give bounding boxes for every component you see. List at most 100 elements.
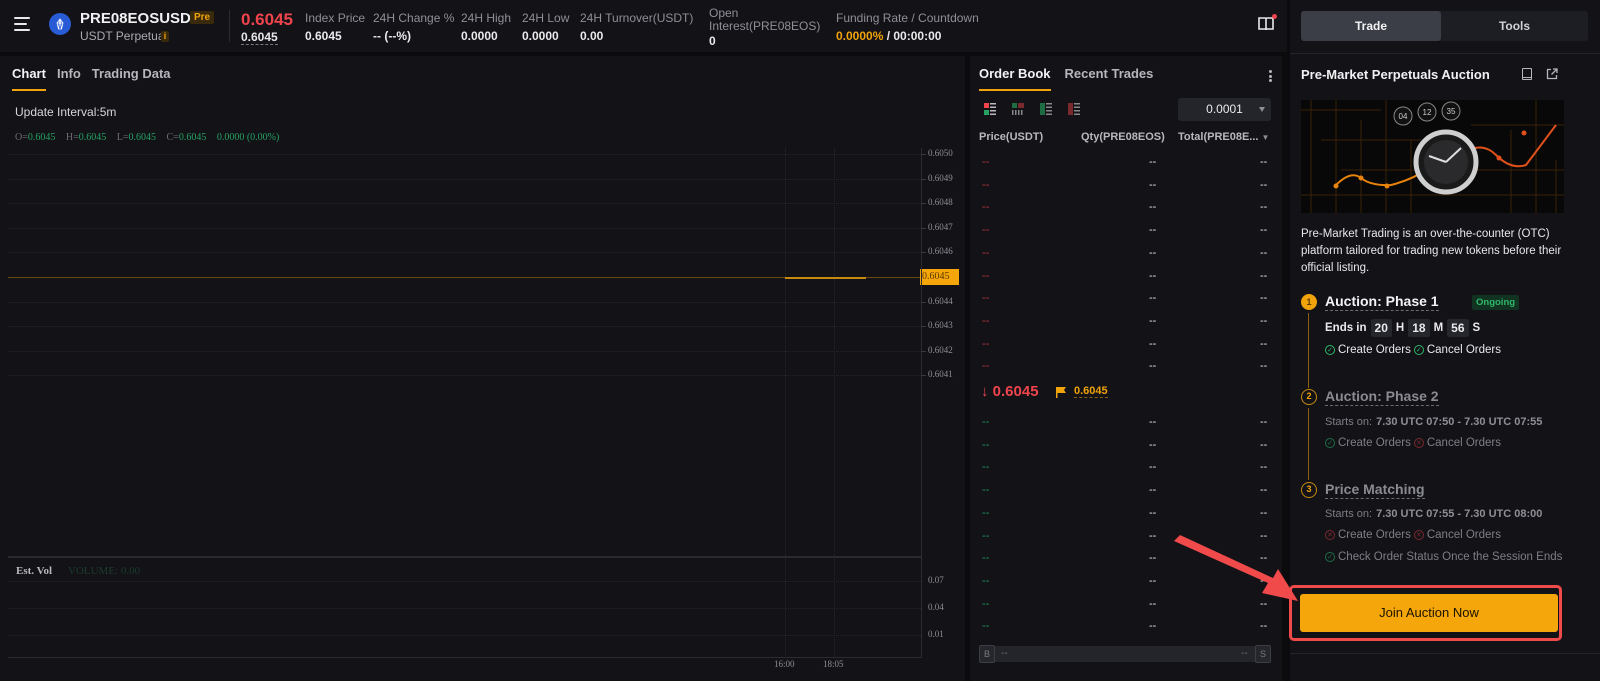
permission-label: Create Orders — [1338, 529, 1411, 541]
volume-grid-line — [8, 608, 921, 609]
more-options-icon[interactable] — [1268, 70, 1272, 82]
tab-trade[interactable]: Trade — [1301, 11, 1441, 41]
join-auction-button[interactable]: Join Auction Now — [1300, 594, 1558, 632]
banner-dot — [1358, 175, 1364, 181]
header-total[interactable]: Total(PRE08E... ▼ — [1178, 131, 1269, 143]
ohlc-close: C=0.6045 — [166, 132, 207, 143]
countdown-hours: 20 — [1370, 319, 1392, 337]
funding-rate: 0.0000% — [836, 29, 884, 43]
row-total: -- — [1260, 178, 1268, 191]
check-circle-icon: ✓ — [1325, 345, 1335, 355]
row-qty: -- — [1149, 620, 1157, 633]
row-qty: -- — [1149, 484, 1157, 497]
tab-info[interactable]: Info — [57, 66, 81, 91]
y-tick-mark — [922, 375, 926, 377]
row-price: -- — [982, 269, 990, 282]
stat-label[interactable]: Funding Rate / Countdown — [836, 11, 979, 25]
ask-row[interactable]: -- -- -- — [970, 311, 1282, 333]
guide-icon[interactable] — [1522, 68, 1532, 80]
volume-pane-separator[interactable] — [8, 556, 921, 558]
phase-3-schedule: Starts on: 7.30 UTC 07:55 - 7.30 UTC 08:0… — [1325, 508, 1543, 520]
sell-label: S — [1255, 645, 1271, 663]
permission-label: Create Orders — [1338, 344, 1411, 356]
y-tick-label: 0.6049 — [928, 172, 953, 183]
view-depth-icon[interactable] — [1012, 103, 1024, 115]
phase-2-number: 2 — [1301, 389, 1317, 405]
tab-chart[interactable]: Chart — [12, 66, 46, 91]
ask-row[interactable]: -- -- -- — [970, 152, 1282, 174]
bid-row[interactable]: -- -- -- — [970, 412, 1282, 434]
row-qty: -- — [1149, 337, 1157, 350]
permission-label: Cancel Orders — [1426, 437, 1501, 449]
tab-tools[interactable]: Tools — [1441, 11, 1588, 41]
eos-coin-icon — [49, 13, 71, 35]
ask-row[interactable]: -- -- -- — [970, 288, 1282, 310]
buy-label: B — [979, 645, 995, 663]
y-tick-label: 0.6042 — [928, 344, 953, 355]
row-price: -- — [982, 416, 990, 428]
buy-sell-ratio-bar: B -- -- S — [979, 645, 1272, 664]
row-qty: -- — [1149, 461, 1157, 474]
phase-1-number: 1 — [1301, 294, 1317, 310]
guide-book-icon[interactable] — [1258, 14, 1277, 31]
trade-tools-switch: Trade Tools — [1301, 11, 1588, 41]
mark-price-link[interactable]: 0.6045 — [1074, 385, 1108, 398]
countdown-seconds: 56 — [1447, 319, 1469, 337]
est-vol-label: Est. Vol — [16, 565, 53, 577]
phase-3-title[interactable]: Price Matching — [1325, 481, 1425, 499]
ask-row[interactable]: -- -- -- — [970, 334, 1282, 356]
phase-1-permissions: ✓ Create Orders ✓ Cancel Orders — [1325, 344, 1501, 356]
tab-recent-trades[interactable]: Recent Trades — [1065, 66, 1154, 91]
y-tick-mark — [922, 252, 926, 254]
ask-row[interactable]: -- -- -- — [970, 175, 1282, 197]
stat-value: 0.00 — [580, 29, 604, 43]
tab-order-book[interactable]: Order Book — [979, 66, 1051, 91]
view-both-icon[interactable] — [984, 103, 996, 115]
hours-unit: H — [1395, 322, 1405, 334]
row-price: -- — [982, 529, 990, 542]
bid-row[interactable]: -- -- -- — [970, 616, 1282, 638]
external-link-icon[interactable] — [1546, 68, 1558, 80]
stat-open-interest: Open Interest(PRE08EOS) 0 — [709, 7, 820, 49]
header-divider — [229, 10, 230, 42]
bid-row[interactable]: -- -- -- — [970, 503, 1282, 525]
phase-2-title[interactable]: Auction: Phase 2 — [1325, 388, 1439, 406]
header-price: Price(USDT) — [979, 131, 1044, 143]
ask-row[interactable]: -- -- -- — [970, 197, 1282, 219]
view-bids-icon[interactable] — [1040, 103, 1052, 115]
phase-1-title[interactable]: Auction: Phase 1 — [1325, 293, 1439, 311]
stat-label: 24H High — [461, 11, 512, 25]
row-qty: -- — [1149, 574, 1157, 587]
info-icon[interactable]: i — [161, 31, 169, 42]
menu-icon[interactable] — [14, 17, 32, 33]
row-total: -- — [1260, 246, 1268, 259]
row-price: -- — [982, 506, 990, 519]
volume-tick-label: 0.01 — [928, 629, 944, 639]
mark-price[interactable]: 0.6045 — [241, 31, 278, 45]
y-tick-label: 0.6048 — [928, 197, 953, 208]
symbol-name[interactable]: PRE08EOSUSDT — [80, 10, 200, 27]
x-tick-label: 18:05 — [823, 659, 844, 669]
ask-row[interactable]: -- -- -- — [970, 220, 1282, 242]
order-book-view-modes — [984, 103, 1080, 115]
ask-row[interactable]: -- -- -- — [970, 243, 1282, 265]
view-asks-icon[interactable] — [1068, 103, 1080, 115]
phase-1-countdown: Ends in 20 H 18 M 56 S — [1325, 319, 1480, 337]
bid-row[interactable]: -- -- -- — [970, 480, 1282, 502]
stat-value: -- (--%) — [373, 29, 411, 43]
contract-type: USDT Perpetual — [80, 29, 168, 43]
divider — [1290, 53, 1600, 54]
ask-row[interactable]: -- -- -- — [970, 356, 1282, 378]
permission-label: Cancel Orders — [1426, 344, 1501, 356]
y-tick-label: 0.6043 — [928, 320, 953, 331]
row-total: -- — [1260, 156, 1268, 168]
stat-label: 24H Turnover(USDT) — [580, 11, 694, 25]
ask-row[interactable]: -- -- -- — [970, 266, 1282, 288]
price-precision-select[interactable]: 0.0001 — [1178, 98, 1271, 121]
bid-row[interactable]: -- -- -- — [970, 457, 1282, 479]
bid-row[interactable]: -- -- -- — [970, 435, 1282, 457]
tab-trading-data[interactable]: Trading Data — [92, 66, 171, 91]
last-price: 0.6045 — [241, 10, 293, 29]
chart-tabs: Chart Info Trading Data — [12, 66, 171, 91]
buy-ratio — [995, 646, 1145, 662]
